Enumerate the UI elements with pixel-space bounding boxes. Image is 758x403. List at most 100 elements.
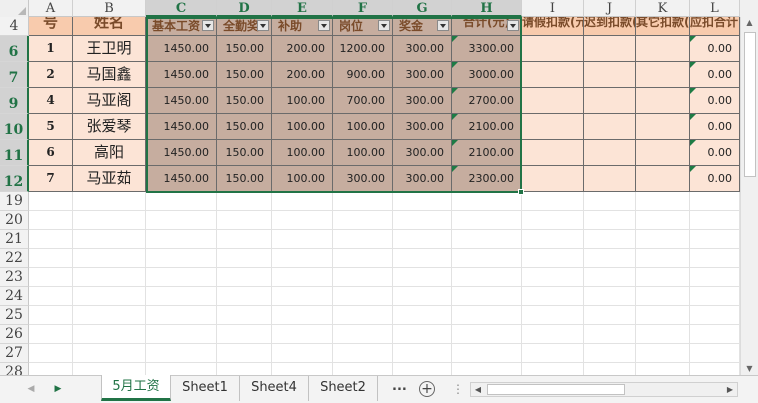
table-cell-h[interactable]: 2300.00 bbox=[452, 166, 522, 192]
empty-cell[interactable] bbox=[333, 230, 393, 249]
empty-cell[interactable] bbox=[146, 306, 217, 325]
empty-cell[interactable] bbox=[636, 192, 690, 211]
empty-cell[interactable] bbox=[272, 363, 333, 375]
empty-cell[interactable] bbox=[522, 287, 584, 306]
empty-cell[interactable] bbox=[636, 287, 690, 306]
empty-cell[interactable] bbox=[690, 306, 740, 325]
empty-cell[interactable] bbox=[217, 325, 272, 344]
empty-cell[interactable] bbox=[393, 287, 452, 306]
table-cell-i[interactable] bbox=[522, 166, 584, 192]
row-header-22[interactable]: 22 bbox=[0, 249, 29, 268]
empty-cell[interactable] bbox=[522, 268, 584, 287]
empty-cell[interactable] bbox=[29, 268, 73, 287]
empty-cell[interactable] bbox=[29, 211, 73, 230]
empty-cell[interactable] bbox=[690, 211, 740, 230]
table-cell-h[interactable]: 2100.00 bbox=[452, 140, 522, 166]
empty-cell[interactable] bbox=[73, 363, 146, 375]
row-header-6[interactable]: 6 bbox=[0, 36, 29, 62]
empty-cell[interactable] bbox=[584, 325, 636, 344]
empty-cell[interactable] bbox=[146, 249, 217, 268]
table-cell-a[interactable]: 5 bbox=[29, 114, 73, 140]
row-header-7[interactable]: 7 bbox=[0, 62, 29, 88]
scroll-left-arrow-icon[interactable]: ◀ bbox=[471, 383, 485, 396]
table-cell-c[interactable]: 1450.00 bbox=[146, 36, 217, 62]
empty-cell[interactable] bbox=[636, 249, 690, 268]
filter-dropdown-icon[interactable] bbox=[437, 20, 449, 31]
table-cell-g[interactable]: 300.00 bbox=[393, 166, 452, 192]
empty-cell[interactable] bbox=[636, 344, 690, 363]
empty-cell[interactable] bbox=[584, 230, 636, 249]
table-cell-k[interactable] bbox=[636, 88, 690, 114]
empty-cell[interactable] bbox=[333, 363, 393, 375]
empty-cell[interactable] bbox=[217, 344, 272, 363]
column-header-j[interactable]: J bbox=[584, 0, 636, 17]
row-header-4[interactable]: 4 bbox=[0, 17, 29, 36]
table-cell-a[interactable]: 7 bbox=[29, 166, 73, 192]
table-cell-i[interactable] bbox=[522, 114, 584, 140]
empty-cell[interactable] bbox=[146, 268, 217, 287]
horizontal-scroll-thumb[interactable] bbox=[487, 384, 625, 395]
table-cell-j[interactable] bbox=[584, 140, 636, 166]
column-header-g[interactable]: G bbox=[393, 0, 452, 17]
empty-cell[interactable] bbox=[393, 249, 452, 268]
table-cell-g[interactable]: 300.00 bbox=[393, 140, 452, 166]
table-cell-h[interactable]: 2700.00 bbox=[452, 88, 522, 114]
header-cell-d[interactable]: 全勤奖 bbox=[217, 17, 272, 36]
empty-cell[interactable] bbox=[393, 268, 452, 287]
table-cell-j[interactable] bbox=[584, 36, 636, 62]
empty-cell[interactable] bbox=[272, 344, 333, 363]
table-cell-d[interactable]: 150.00 bbox=[217, 140, 272, 166]
empty-cell[interactable] bbox=[584, 268, 636, 287]
table-cell-c[interactable]: 1450.00 bbox=[146, 166, 217, 192]
row-header-20[interactable]: 20 bbox=[0, 211, 29, 230]
empty-cell[interactable] bbox=[73, 287, 146, 306]
empty-cell[interactable] bbox=[73, 325, 146, 344]
header-cell-k[interactable]: 其它扣款(元) bbox=[636, 17, 690, 36]
header-cell-j[interactable]: 迟到扣款(元) bbox=[584, 17, 636, 36]
table-cell-d[interactable]: 150.00 bbox=[217, 114, 272, 140]
empty-cell[interactable] bbox=[146, 287, 217, 306]
empty-cell[interactable] bbox=[636, 325, 690, 344]
header-cell-i[interactable]: 请假扣款(元) bbox=[522, 17, 584, 36]
empty-cell[interactable] bbox=[452, 306, 522, 325]
empty-cell[interactable] bbox=[29, 192, 73, 211]
empty-cell[interactable] bbox=[73, 230, 146, 249]
empty-cell[interactable] bbox=[333, 325, 393, 344]
empty-cell[interactable] bbox=[272, 325, 333, 344]
empty-cell[interactable] bbox=[393, 230, 452, 249]
table-cell-k[interactable] bbox=[636, 114, 690, 140]
table-cell-a[interactable]: 6 bbox=[29, 140, 73, 166]
empty-cell[interactable] bbox=[522, 363, 584, 375]
filter-dropdown-icon[interactable] bbox=[318, 20, 330, 31]
column-header-h[interactable]: H bbox=[452, 0, 522, 17]
empty-cell[interactable] bbox=[636, 306, 690, 325]
row-header-24[interactable]: 24 bbox=[0, 287, 29, 306]
row-header-21[interactable]: 21 bbox=[0, 230, 29, 249]
empty-cell[interactable] bbox=[636, 211, 690, 230]
empty-cell[interactable] bbox=[333, 268, 393, 287]
table-cell-i[interactable] bbox=[522, 62, 584, 88]
empty-cell[interactable] bbox=[146, 344, 217, 363]
table-cell-d[interactable]: 150.00 bbox=[217, 62, 272, 88]
row-header-27[interactable]: 27 bbox=[0, 344, 29, 363]
empty-cell[interactable] bbox=[522, 211, 584, 230]
table-cell-c[interactable]: 1450.00 bbox=[146, 114, 217, 140]
table-cell-l[interactable]: 0.00 bbox=[690, 88, 740, 114]
empty-cell[interactable] bbox=[146, 325, 217, 344]
empty-cell[interactable] bbox=[636, 230, 690, 249]
column-header-i[interactable]: I bbox=[522, 0, 584, 17]
table-cell-j[interactable] bbox=[584, 88, 636, 114]
empty-cell[interactable] bbox=[333, 306, 393, 325]
empty-cell[interactable] bbox=[73, 211, 146, 230]
empty-cell[interactable] bbox=[29, 363, 73, 375]
table-cell-g[interactable]: 300.00 bbox=[393, 114, 452, 140]
column-header-k[interactable]: K bbox=[636, 0, 690, 17]
empty-cell[interactable] bbox=[217, 268, 272, 287]
column-header-b[interactable]: B bbox=[73, 0, 146, 17]
column-header-c[interactable]: C bbox=[146, 0, 217, 17]
column-header-d[interactable]: D bbox=[217, 0, 272, 17]
row-header-28[interactable]: 28 bbox=[0, 363, 29, 375]
table-cell-b[interactable]: 张爱琴 bbox=[73, 114, 146, 140]
empty-cell[interactable] bbox=[452, 268, 522, 287]
empty-cell[interactable] bbox=[29, 230, 73, 249]
